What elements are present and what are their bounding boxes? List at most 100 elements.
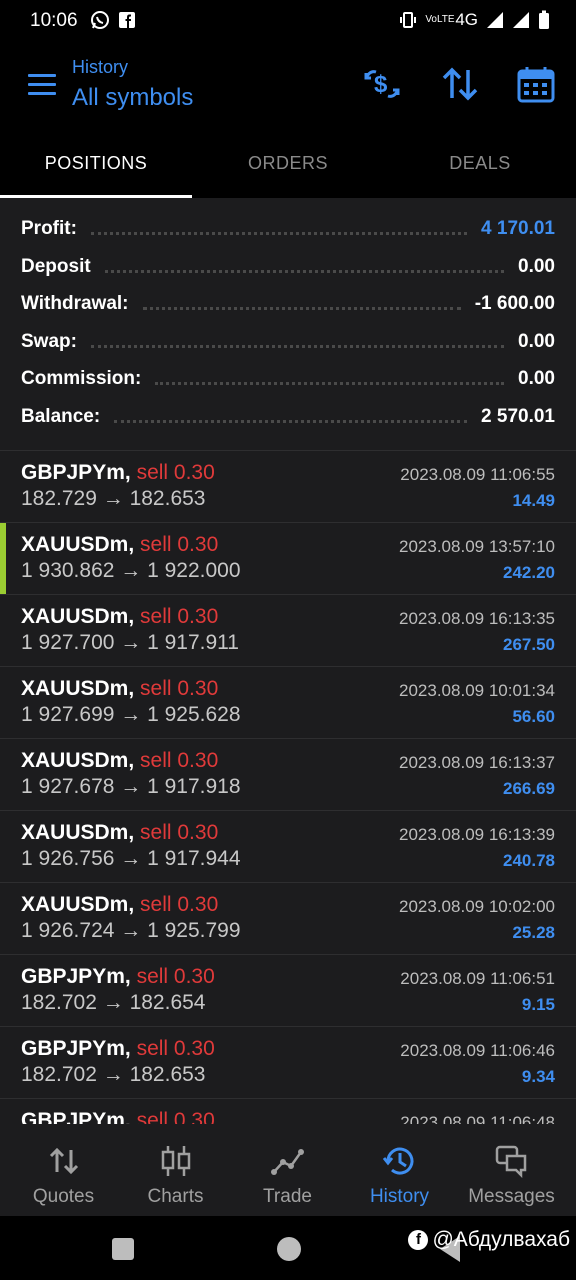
position-type: sell 0.30 [140, 605, 219, 628]
position-profit: 14.49 [512, 491, 555, 510]
position-prices: 182.729 → 182.653 [21, 487, 206, 510]
summary-label: Swap: [21, 331, 77, 352]
facebook-icon [119, 12, 135, 28]
position-type: sell 0.30 [136, 1109, 215, 1124]
summary-value: 0.00 [518, 256, 555, 277]
summary-withdrawal: Withdrawal: -1 600.00 [21, 289, 555, 319]
position-date: 2023.08.09 16:13:39 [399, 825, 555, 844]
summary-value: 0.00 [518, 368, 555, 389]
network-label: 4G [455, 10, 478, 29]
tab-positions[interactable]: POSITIONS [0, 134, 192, 198]
position-profit: 25.28 [512, 923, 555, 942]
position-row[interactable]: XAUUSDm, sell 0.30 1 926.724 → 1 925.799… [0, 882, 576, 955]
position-symbol: XAUUSDm, [21, 893, 135, 916]
position-date: 2023.08.09 16:13:37 [399, 753, 555, 772]
position-row[interactable]: XAUUSDm, sell 0.30 1 930.862 → 1 922.000… [0, 522, 576, 595]
status-time: 10:06 [30, 10, 78, 31]
sort-icon[interactable] [440, 64, 480, 104]
position-row[interactable]: XAUUSDm, sell 0.30 1 927.699 → 1 925.628… [0, 666, 576, 739]
position-type: sell 0.30 [140, 533, 219, 556]
summary-label: Profit: [21, 218, 77, 239]
position-date: 2023.08.09 10:02:00 [399, 897, 555, 916]
nav-history[interactable]: History [342, 1124, 457, 1216]
position-profit: 266.69 [503, 779, 555, 798]
position-symbol: XAUUSDm, [21, 533, 135, 556]
position-type: sell 0.30 [136, 461, 215, 484]
whatsapp-icon [91, 11, 109, 29]
summary-label: Deposit [21, 256, 91, 277]
charts-icon [161, 1146, 190, 1176]
position-type: sell 0.30 [140, 821, 219, 844]
nav-label: Messages [468, 1186, 555, 1207]
position-profit: 9.15 [521, 995, 555, 1014]
position-date: 2023.08.09 11:06:51 [400, 969, 555, 988]
position-date: 2023.08.09 13:57:10 [399, 537, 555, 556]
position-date: 2023.08.09 16:13:35 [399, 609, 555, 628]
home-button[interactable] [277, 1237, 301, 1261]
battery-icon [539, 10, 549, 29]
summary-value: 2 570.01 [481, 406, 555, 427]
tab-deals[interactable]: DEALS [384, 134, 576, 198]
vibrate-icon [400, 12, 417, 28]
position-type: sell 0.30 [136, 1037, 215, 1060]
position-profit: 240.78 [503, 851, 555, 870]
position-prices: 1 927.700 → 1 917.911 [21, 631, 239, 654]
summary-swap: Swap: 0.00 [21, 327, 555, 357]
position-row[interactable]: GBPJPYm, sell 0.30 2023.08.09 11:06:48 [0, 1098, 576, 1124]
messages-icon [495, 1145, 526, 1178]
position-row[interactable]: GBPJPYm, sell 0.30 182.729 → 182.653 202… [0, 450, 576, 523]
position-symbol: XAUUSDm, [21, 677, 135, 700]
summary-label: Balance: [21, 406, 101, 427]
bottom-nav: Quotes Charts Trade History Messages [0, 1124, 576, 1216]
summary-balance: Balance: 2 570.01 [21, 402, 555, 432]
tab-orders[interactable]: ORDERS [192, 134, 384, 198]
nav-quotes[interactable]: Quotes [6, 1124, 121, 1216]
position-type: sell 0.30 [140, 893, 219, 916]
summary-profit: Profit: 4 170.01 [21, 214, 555, 244]
position-row[interactable]: GBPJPYm, sell 0.30 182.702 → 182.653 202… [0, 1026, 576, 1099]
position-symbol: GBPJPYm, [21, 461, 131, 484]
page-title[interactable]: All symbols [72, 84, 193, 112]
position-prices: 182.702 → 182.654 [21, 991, 206, 1014]
position-prices: 1 926.756 → 1 917.944 [21, 847, 241, 870]
calendar-icon[interactable] [516, 64, 556, 104]
position-symbol: XAUUSDm, [21, 605, 135, 628]
position-row[interactable]: XAUUSDm, sell 0.30 1 927.700 → 1 917.911… [0, 594, 576, 667]
summary-label: Withdrawal: [21, 293, 129, 314]
position-row[interactable]: GBPJPYm, sell 0.30 182.702 → 182.654 202… [0, 954, 576, 1027]
watermark: f @Абдулвахаб [408, 1228, 570, 1252]
summary-value: 4 170.01 [481, 218, 555, 239]
tab-bar: POSITIONS ORDERS DEALS [0, 134, 576, 198]
nav-trade[interactable]: Trade [230, 1124, 345, 1216]
summary-label: Commission: [21, 368, 142, 389]
position-prices: 1 926.724 → 1 925.799 [21, 919, 241, 942]
summary-panel: Profit: 4 170.01 Deposit 0.00 Withdrawal… [0, 198, 576, 450]
volte-label: VoLTE [425, 14, 455, 25]
position-profit: 242.20 [503, 563, 555, 582]
signal-icon [487, 12, 503, 28]
menu-icon[interactable] [28, 74, 56, 96]
nav-messages[interactable]: Messages [454, 1124, 569, 1216]
currency-exchange-icon[interactable]: $ [362, 64, 402, 104]
position-symbol: GBPJPYm, [21, 965, 131, 988]
summary-deposit: Deposit 0.00 [21, 252, 555, 282]
nav-label: History [369, 1186, 430, 1207]
position-date: 2023.08.09 11:06:46 [400, 1041, 555, 1060]
nav-label: Trade [263, 1186, 312, 1207]
position-prices: 1 930.862 → 1 922.000 [21, 559, 241, 582]
nav-label: Quotes [32, 1186, 95, 1207]
position-row[interactable]: XAUUSDm, sell 0.30 1 926.756 → 1 917.944… [0, 810, 576, 883]
recent-apps-button[interactable] [112, 1238, 134, 1260]
status-bar: 10:06 VoLTE 4G [0, 0, 576, 42]
position-type: sell 0.30 [140, 677, 219, 700]
position-prices: 182.702 → 182.653 [21, 1063, 206, 1086]
position-profit: 56.60 [512, 707, 555, 726]
position-row[interactable]: XAUUSDm, sell 0.30 1 927.678 → 1 917.918… [0, 738, 576, 811]
page-subtitle: History [72, 57, 129, 77]
position-prices: 1 927.699 → 1 925.628 [21, 703, 241, 726]
nav-label: Charts [147, 1186, 204, 1207]
nav-charts[interactable]: Charts [118, 1124, 233, 1216]
quotes-icon [49, 1147, 78, 1175]
positions-list[interactable]: GBPJPYm, sell 0.30 182.729 → 182.653 202… [0, 450, 576, 1124]
summary-value: 0.00 [518, 331, 555, 352]
